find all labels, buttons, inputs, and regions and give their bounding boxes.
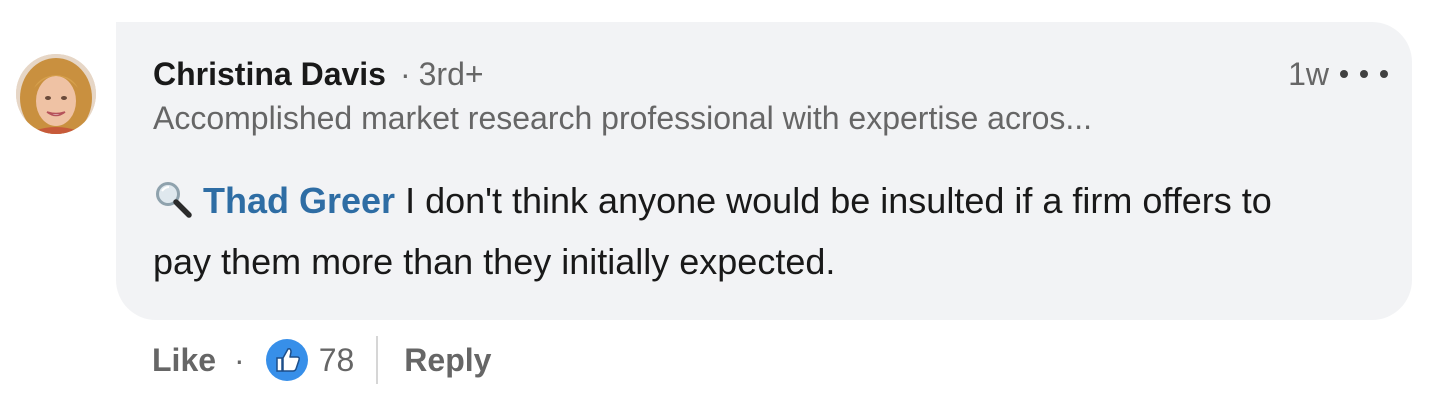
- author-headline: Accomplished market research professiona…: [153, 100, 1093, 136]
- avatar[interactable]: [16, 54, 96, 134]
- more-options-icon[interactable]: [1340, 58, 1388, 90]
- action-separator: ·: [234, 341, 245, 378]
- comment-timestamp: 1w: [1288, 56, 1329, 92]
- like-button[interactable]: Like: [152, 342, 216, 379]
- thumbs-up-icon[interactable]: [265, 338, 309, 382]
- comment-container: Christina Davis · 3rd+ Accomplished mark…: [0, 0, 1436, 412]
- comment-bubble: Christina Davis · 3rd+ Accomplished mark…: [116, 22, 1412, 320]
- reaction-count[interactable]: 78: [319, 342, 355, 379]
- author-name[interactable]: Christina Davis: [153, 56, 386, 93]
- comment-text: Thad Greer I don't think anyone would be…: [153, 170, 1293, 292]
- connection-degree: 3rd+: [418, 55, 484, 92]
- comment-actions: Like · 78 Reply: [152, 332, 491, 388]
- degree-separator: ·: [399, 55, 411, 92]
- author-line: Christina Davis · 3rd+: [153, 52, 484, 96]
- action-divider: [376, 336, 379, 384]
- mention-link[interactable]: Thad Greer: [203, 180, 395, 221]
- reply-button[interactable]: Reply: [404, 342, 491, 379]
- magnifying-glass-icon: [156, 182, 192, 218]
